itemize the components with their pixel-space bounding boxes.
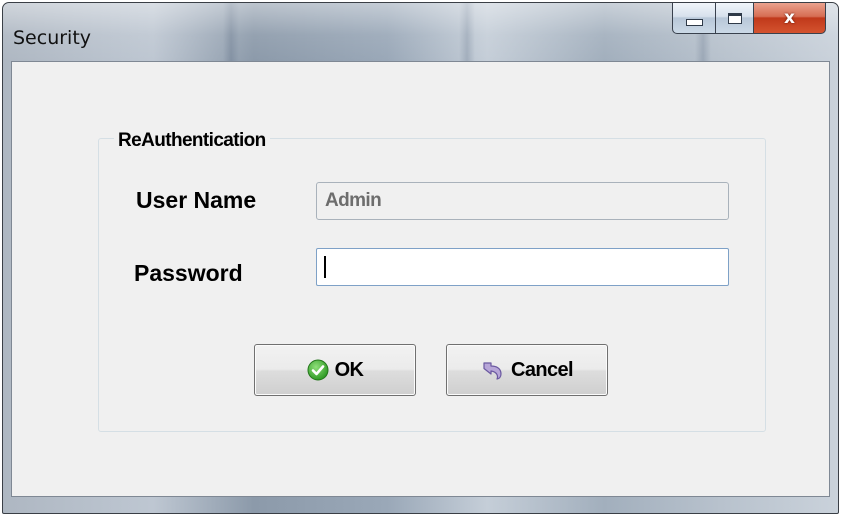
window-controls: x: [672, 3, 826, 36]
cancel-button[interactable]: Cancel: [446, 344, 608, 396]
username-field: [316, 182, 729, 220]
minimize-button[interactable]: [672, 3, 716, 34]
security-window: Security x ReAuthentication User Name Pa…: [2, 2, 839, 514]
minimize-icon: [685, 18, 703, 26]
password-label: Password: [134, 260, 243, 286]
ok-button-label: OK: [334, 358, 364, 381]
password-field[interactable]: [316, 248, 729, 286]
title-bar[interactable]: Security x: [3, 3, 838, 61]
groupbox-legend: ReAuthentication: [114, 130, 270, 152]
ok-button[interactable]: OK: [254, 344, 416, 396]
cancel-button-label: Cancel: [511, 358, 574, 381]
maximize-button[interactable]: [716, 3, 754, 34]
window-title: Security: [13, 27, 92, 49]
close-button[interactable]: x: [754, 3, 826, 34]
maximize-icon: [727, 12, 742, 24]
dialog-client-area: ReAuthentication User Name Password: [11, 61, 830, 497]
undo-arrow-icon: [481, 359, 505, 381]
check-circle-icon: [307, 359, 329, 381]
close-icon: x: [784, 8, 795, 28]
username-label: User Name: [136, 187, 257, 213]
text-caret: [324, 256, 326, 278]
